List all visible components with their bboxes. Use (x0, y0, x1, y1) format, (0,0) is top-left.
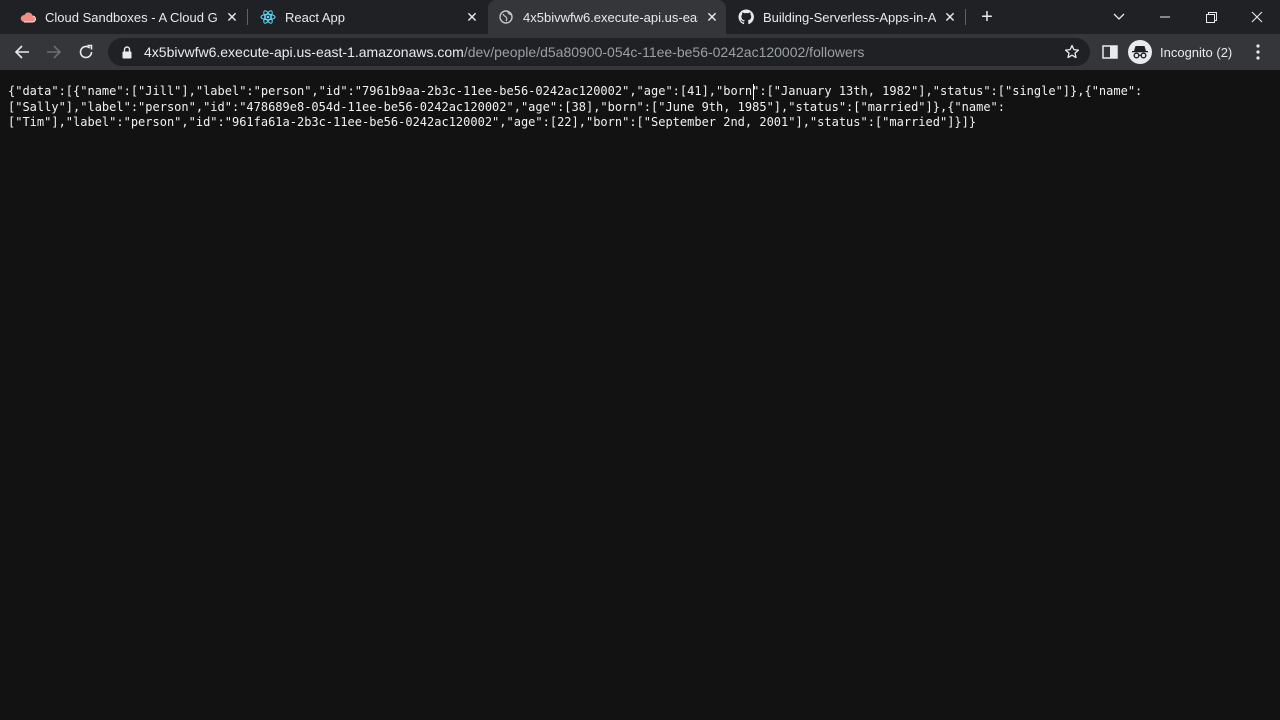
react-icon (260, 9, 276, 25)
tab-react-app[interactable]: React App ✕ (250, 0, 486, 34)
restore-button[interactable] (1188, 0, 1234, 34)
page-content: {"data":[{"name":["Jill"],"label":"perso… (0, 70, 1280, 720)
close-icon (1251, 11, 1263, 23)
new-tab-button[interactable]: + (976, 6, 998, 28)
close-icon[interactable]: ✕ (224, 9, 240, 25)
json-response-body: {"data":[{"name":["Jill"],"label":"perso… (8, 84, 1143, 129)
restore-icon (1205, 11, 1217, 23)
globe-icon (498, 9, 514, 25)
close-icon[interactable]: ✕ (464, 9, 480, 25)
side-panel-icon[interactable] (1102, 44, 1118, 60)
profile-button[interactable]: Incognito (2) (1128, 38, 1232, 66)
arrow-right-icon (47, 45, 62, 59)
tab-cloud-sandboxes[interactable]: Cloud Sandboxes - A Cloud Guru ✕ (10, 0, 246, 34)
reload-icon (79, 44, 93, 59)
bookmark-star-icon[interactable] (1064, 44, 1080, 60)
tab-title: React App (285, 9, 345, 25)
url-host: 4x5bivwfw6.execute-api.us-east-1.amazona… (144, 44, 464, 60)
menu-button[interactable] (1246, 40, 1270, 64)
browser-toolbar: 4x5bivwfw6.execute-api.us-east-1.amazona… (0, 34, 1280, 70)
tab-title: 4x5bivwfw6.execute-api.us-east- (523, 9, 698, 25)
tab-api-followers[interactable]: 4x5bivwfw6.execute-api.us-east- ✕ (488, 0, 726, 34)
tab-title: Cloud Sandboxes - A Cloud Guru (45, 9, 218, 25)
tab-search-button[interactable] (1096, 0, 1142, 34)
forward-button[interactable] (40, 38, 68, 66)
close-window-button[interactable] (1234, 0, 1280, 34)
back-button[interactable] (8, 38, 36, 66)
incognito-icon (1128, 40, 1152, 64)
kebab-menu-icon (1256, 44, 1260, 60)
close-icon[interactable]: ✕ (704, 9, 720, 25)
address-bar[interactable]: 4x5bivwfw6.execute-api.us-east-1.amazona… (108, 38, 1090, 66)
cloud-icon (20, 9, 36, 25)
chevron-down-icon (1113, 13, 1125, 20)
tab-title: Building-Serverless-Apps-in-AWS (763, 9, 936, 25)
github-icon (738, 9, 754, 25)
profile-label: Incognito (2) (1160, 44, 1233, 60)
url-text[interactable]: 4x5bivwfw6.execute-api.us-east-1.amazona… (144, 44, 864, 60)
arrow-left-icon (14, 45, 29, 59)
close-icon[interactable]: ✕ (942, 9, 958, 25)
url-path: /dev/people/d5a80900-054c-11ee-be56-0242… (463, 44, 865, 60)
tab-strip: Cloud Sandboxes - A Cloud Guru ✕ React A… (0, 0, 1280, 34)
lock-icon[interactable] (120, 45, 134, 59)
text-cursor (753, 84, 754, 100)
reload-button[interactable] (72, 38, 100, 66)
tab-github-repo[interactable]: Building-Serverless-Apps-in-AWS ✕ (728, 0, 964, 34)
minimize-button[interactable] (1142, 0, 1188, 34)
minimize-icon (1160, 16, 1170, 18)
